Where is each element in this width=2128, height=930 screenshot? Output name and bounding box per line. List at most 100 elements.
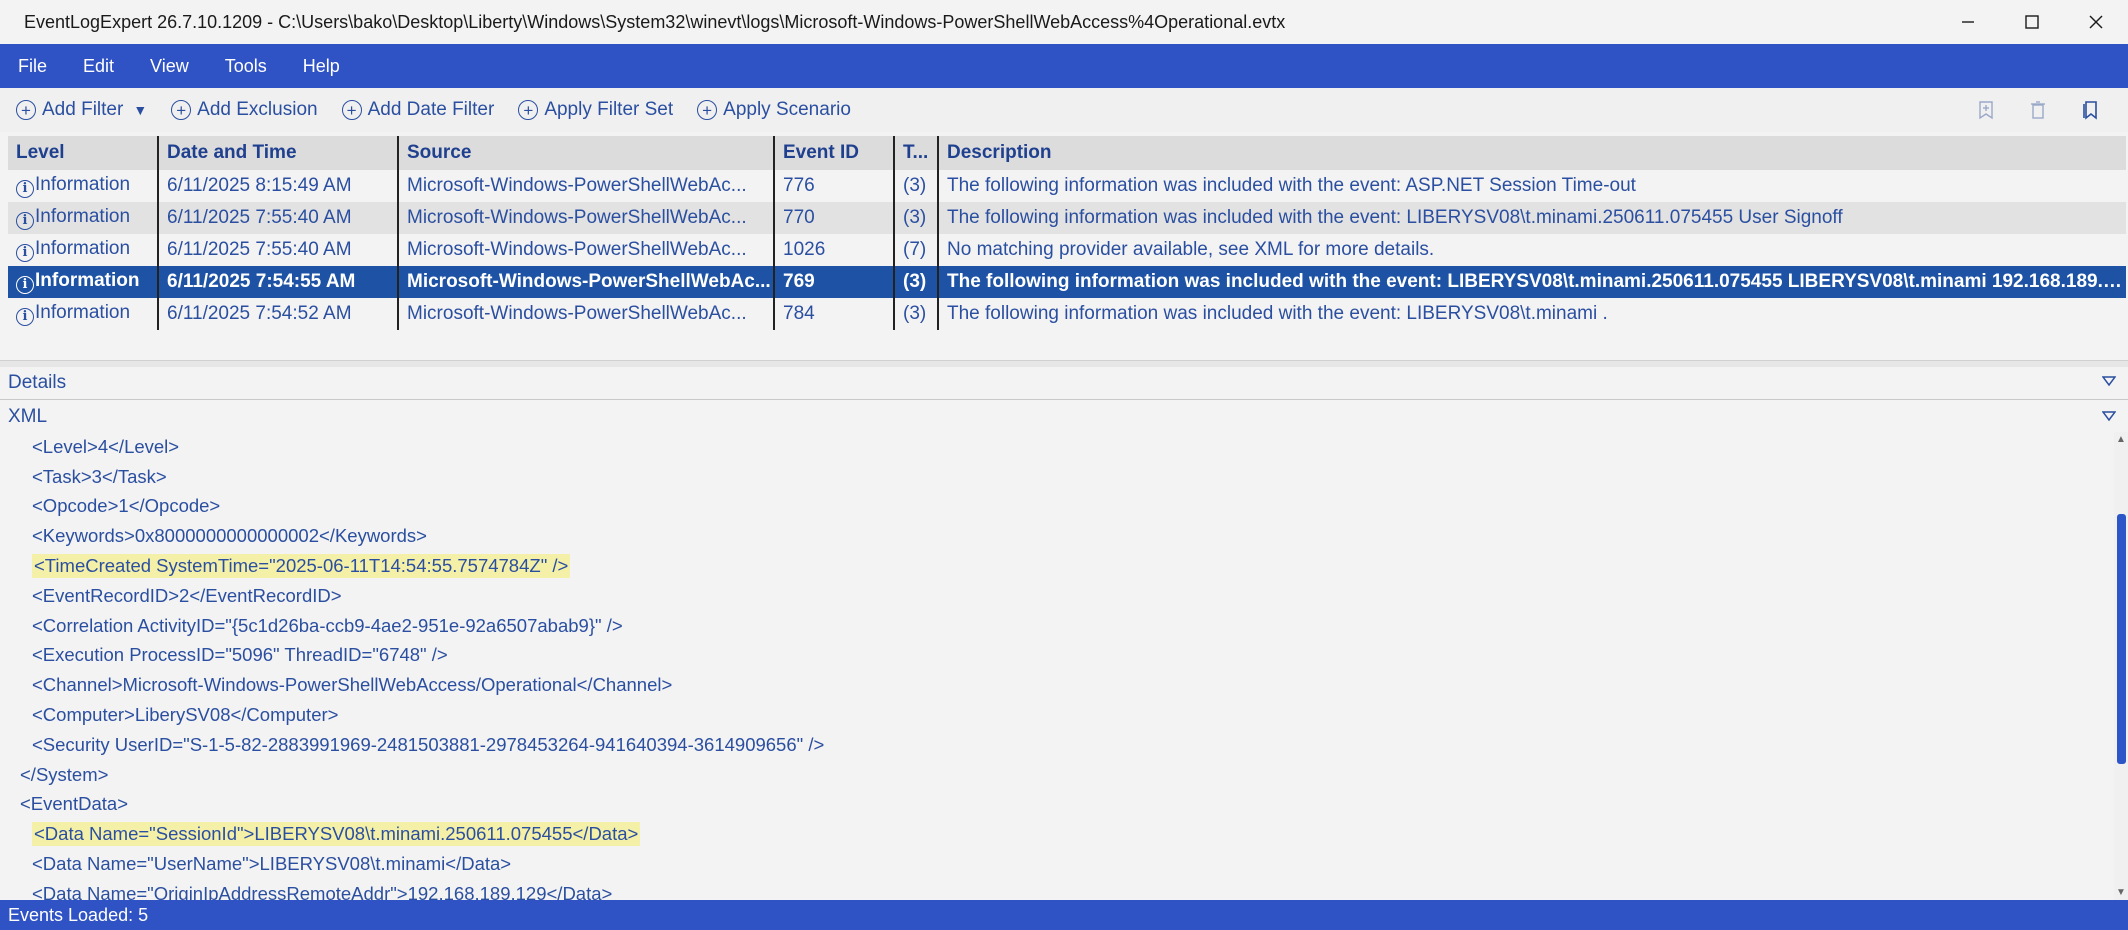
add-filter-label: Add Filter bbox=[42, 99, 124, 120]
information-icon: i bbox=[16, 243, 34, 262]
information-icon: i bbox=[16, 275, 34, 294]
collapse-triangle-icon[interactable] bbox=[2102, 375, 2116, 387]
xml-line-text: <Execution ProcessID="5096" ThreadID="67… bbox=[32, 644, 448, 666]
cell-description: No matching provider available, see XML … bbox=[938, 234, 2126, 266]
pane-splitter[interactable] bbox=[0, 360, 2128, 367]
table-row[interactable]: i Information 6/11/2025 7:55:40 AM Micros… bbox=[8, 234, 2126, 266]
cell-task: (3) bbox=[894, 298, 939, 330]
close-button[interactable] bbox=[2064, 0, 2128, 44]
xml-line-text: <Keywords>0x8000000000000002</Keywords> bbox=[32, 525, 427, 547]
menu-edit[interactable]: Edit bbox=[65, 44, 132, 88]
table-row[interactable]: i Information 6/11/2025 7:54:52 AM Micros… bbox=[8, 298, 2126, 330]
apply-filter-set-label: Apply Filter Set bbox=[544, 99, 674, 120]
bookmark-add-icon bbox=[1979, 101, 1993, 120]
cell-datetime: 6/11/2025 7:54:52 AM bbox=[158, 298, 399, 330]
cell-description: The following information was included w… bbox=[938, 298, 2126, 330]
column-header-task[interactable]: T... bbox=[894, 136, 939, 170]
xml-line-text: <Computer>LiberySV08</Computer> bbox=[32, 704, 339, 726]
table-header: Level Date and Time Source Event ID T...… bbox=[8, 136, 2126, 170]
xml-line-text: <EventRecordID>2</EventRecordID> bbox=[32, 584, 342, 606]
cell-task: (3) bbox=[894, 170, 939, 202]
cell-event-id: 776 bbox=[774, 170, 895, 202]
collapse-triangle-icon[interactable] bbox=[2102, 410, 2116, 422]
xml-line-text: <Opcode>1</Opcode> bbox=[32, 495, 221, 517]
bookmarks-icon bbox=[2083, 101, 2097, 120]
cell-source: Microsoft-Windows-PowerShellWebAc... bbox=[398, 202, 775, 234]
menu-bar: File Edit View Tools Help bbox=[0, 44, 2128, 88]
status-bar: Events Loaded: 5 bbox=[0, 900, 2128, 930]
minimize-button[interactable] bbox=[1936, 0, 2000, 44]
cell-event-id: 770 bbox=[774, 202, 895, 234]
column-header-event-id[interactable]: Event ID bbox=[774, 136, 895, 170]
dropdown-caret-icon[interactable]: ▼ bbox=[133, 102, 147, 118]
column-header-source[interactable]: Source bbox=[398, 136, 775, 170]
xml-line: <EventData> bbox=[0, 790, 2110, 820]
cell-datetime: 6/11/2025 7:54:55 AM bbox=[158, 266, 399, 298]
apply-scenario-button[interactable]: + Apply Scenario bbox=[697, 99, 851, 121]
apply-scenario-label: Apply Scenario bbox=[723, 99, 851, 120]
level-text: Information bbox=[35, 302, 131, 324]
column-header-description[interactable]: Description bbox=[938, 136, 2126, 170]
title-bar: EventLogExpert 26.7.10.1209 - C:\Users\b… bbox=[0, 0, 2128, 44]
cell-source: Microsoft-Windows-PowerShellWebAc... bbox=[398, 298, 775, 330]
cell-datetime: 6/11/2025 7:55:40 AM bbox=[158, 202, 399, 234]
cell-event-id: 769 bbox=[774, 266, 895, 298]
window-title: EventLogExpert 26.7.10.1209 - C:\Users\b… bbox=[24, 11, 1286, 32]
xml-line: <Security UserID="S-1-5-82-2883991969-24… bbox=[0, 730, 2110, 760]
cell-datetime: 6/11/2025 7:55:40 AM bbox=[158, 234, 399, 266]
xml-line-text: <Security UserID="S-1-5-82-2883991969-24… bbox=[32, 733, 825, 755]
xml-line-text: <Correlation ActivityID="{5c1d26ba-ccb9-… bbox=[32, 614, 623, 636]
trash-icon bbox=[2031, 101, 2045, 119]
cell-datetime: 6/11/2025 8:15:49 AM bbox=[158, 170, 399, 202]
event-table: Level Date and Time Source Event ID T...… bbox=[8, 136, 2126, 330]
bookmarks-button[interactable] bbox=[2064, 100, 2116, 120]
column-header-level[interactable]: Level bbox=[8, 136, 159, 170]
bookmark-add-button[interactable] bbox=[1960, 100, 2012, 120]
delete-button[interactable] bbox=[2012, 100, 2064, 120]
level-text: Information bbox=[35, 174, 131, 196]
information-icon: i bbox=[16, 211, 34, 230]
add-date-filter-button[interactable]: + Add Date Filter bbox=[341, 99, 494, 121]
xml-line: <EventRecordID>2</EventRecordID> bbox=[0, 581, 2110, 611]
scroll-up-arrow-icon[interactable]: ▲ bbox=[2116, 434, 2126, 445]
add-exclusion-button[interactable]: + Add Exclusion bbox=[171, 99, 318, 121]
filter-toolbar: + Add Filter ▼ + Add Exclusion + Add Dat… bbox=[0, 88, 2128, 132]
xml-scrollbar[interactable]: ▲ ▼ bbox=[2114, 432, 2128, 900]
table-row[interactable]: i Information 6/11/2025 7:55:40 AM Micros… bbox=[8, 202, 2126, 234]
xml-line: <Correlation ActivityID="{5c1d26ba-ccb9-… bbox=[0, 611, 2110, 641]
table-row[interactable]: i Information 6/11/2025 8:15:49 AM Micros… bbox=[8, 170, 2126, 202]
apply-filter-set-button[interactable]: + Apply Filter Set bbox=[518, 99, 673, 121]
add-circle-icon: + bbox=[16, 100, 36, 120]
maximize-button[interactable] bbox=[2000, 0, 2064, 44]
event-grid: Level Date and Time Source Event ID T...… bbox=[8, 136, 2126, 330]
maximize-icon bbox=[2025, 15, 2039, 29]
xml-section-header[interactable]: XML bbox=[0, 402, 2128, 432]
add-circle-icon: + bbox=[518, 100, 539, 120]
cell-event-id: 784 bbox=[774, 298, 895, 330]
table-row-selected[interactable]: i Information 6/11/2025 7:54:55 AM Micros… bbox=[8, 266, 2126, 298]
xml-viewer[interactable]: <Level>4</Level> <Task>3</Task> <Opcode>… bbox=[0, 432, 2110, 900]
xml-line: <Data Name="UserName">LIBERYSV08\t.minam… bbox=[0, 849, 2110, 879]
xml-line: <Opcode>1</Opcode> bbox=[0, 492, 2110, 522]
xml-line-text: <Channel>Microsoft-Windows-PowerShellWeb… bbox=[32, 674, 673, 696]
cell-level: i Information bbox=[8, 298, 159, 330]
scrollbar-thumb[interactable] bbox=[2117, 514, 2126, 764]
cell-description: The following information was included w… bbox=[938, 266, 2126, 298]
xml-line: <Channel>Microsoft-Windows-PowerShellWeb… bbox=[0, 670, 2110, 700]
minimize-icon bbox=[1962, 21, 1974, 23]
menu-tools[interactable]: Tools bbox=[207, 44, 285, 88]
cell-task: (7) bbox=[894, 234, 939, 266]
details-section-header[interactable]: Details bbox=[0, 367, 2128, 400]
menu-file[interactable]: File bbox=[0, 44, 65, 88]
cell-source: Microsoft-Windows-PowerShellWebAc... bbox=[398, 266, 775, 298]
add-filter-button[interactable]: + Add Filter ▼ bbox=[16, 99, 147, 121]
xml-line-text: <Task>3</Task> bbox=[32, 465, 167, 487]
cell-task: (3) bbox=[894, 266, 939, 298]
xml-line-highlighted: <Data Name="SessionId">LIBERYSV08\t.mina… bbox=[0, 819, 2110, 849]
xml-line: <Keywords>0x8000000000000002</Keywords> bbox=[0, 521, 2110, 551]
menu-view[interactable]: View bbox=[132, 44, 207, 88]
xml-label: XML bbox=[8, 406, 48, 427]
column-header-datetime[interactable]: Date and Time bbox=[158, 136, 399, 170]
menu-help[interactable]: Help bbox=[285, 44, 358, 88]
scroll-down-arrow-icon[interactable]: ▼ bbox=[2116, 887, 2126, 898]
